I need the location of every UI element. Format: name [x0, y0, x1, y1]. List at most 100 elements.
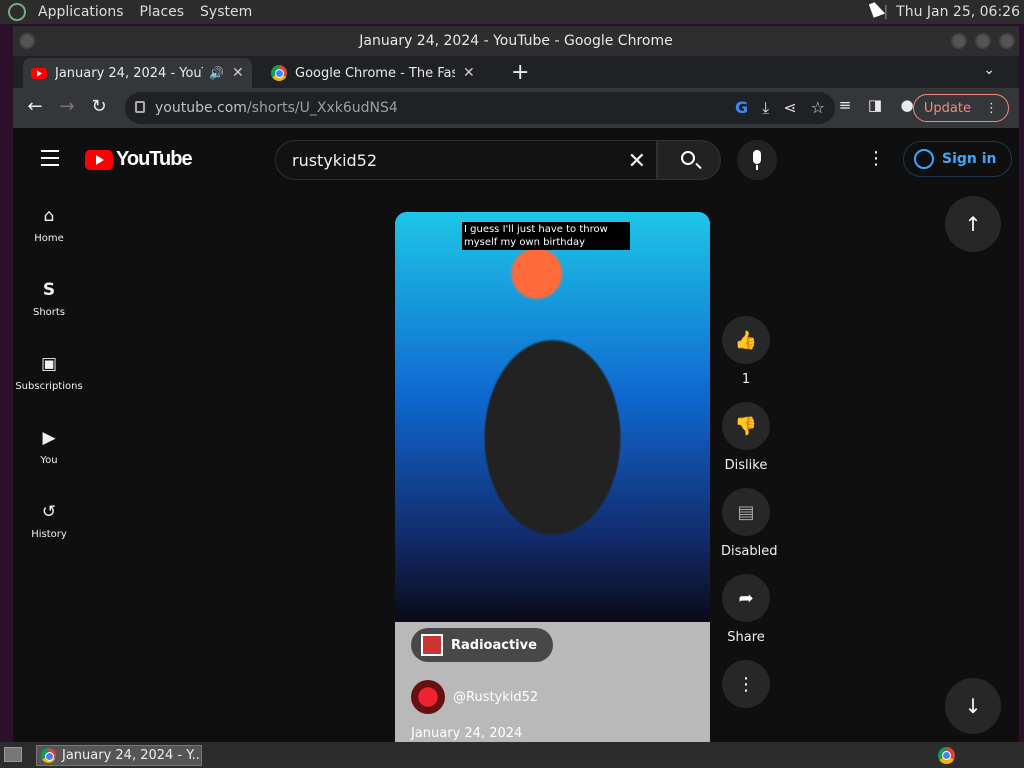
system-top-panel: Applications Places System | Thu Jan 25,…	[0, 0, 1024, 24]
more-actions-button[interactable]: ⋮	[721, 660, 771, 708]
sound-thumbnail	[421, 634, 443, 656]
shorts-icon: S	[42, 280, 56, 300]
panel-separator: |	[883, 4, 889, 20]
thumbs-down-icon[interactable]: 👎	[722, 402, 770, 450]
like-button[interactable]: 👍 1	[721, 316, 771, 388]
youtube-page: YouTube rustykid52 ✕ ⋮ Sign in ⌂ Home S …	[13, 128, 1019, 742]
bottom-taskbar: January 24, 2024 - Y...	[0, 742, 1024, 768]
show-desktop-icon[interactable]	[4, 747, 22, 762]
share-icon[interactable]: ⋖	[783, 98, 796, 118]
youtube-logo[interactable]: YouTube	[85, 148, 193, 171]
search-input[interactable]: rustykid52 ✕	[275, 140, 657, 180]
youtube-wordmark: YouTube	[116, 148, 193, 170]
arrow-down-icon: ↓	[964, 694, 982, 718]
google-lens-icon[interactable]: G	[735, 98, 748, 118]
account-icon	[914, 149, 934, 169]
channel-handle[interactable]: @Rustykid52	[453, 690, 538, 705]
like-count: 1	[741, 372, 751, 387]
channel-avatar[interactable]	[411, 680, 445, 714]
you-icon: ▶	[42, 428, 56, 448]
share-arrow-icon[interactable]: ➦	[722, 574, 770, 622]
chrome-menu-icon[interactable]: ⋮	[985, 101, 998, 116]
settings-kebab-icon[interactable]: ⋮	[867, 148, 885, 169]
youtube-masthead: YouTube rustykid52 ✕ ⋮ Sign in	[13, 128, 1019, 184]
search-query: rustykid52	[292, 150, 378, 170]
new-tab-plus-icon[interactable]: +	[511, 60, 529, 85]
guide-item-history[interactable]: ↺ History	[13, 480, 85, 554]
tab-youtube[interactable]: January 24, 2024 - YouTube 🔊 ✕	[23, 58, 252, 88]
side-panel-icon[interactable]: ◨	[863, 96, 887, 114]
media-controls-icon[interactable]: ≡	[833, 96, 857, 114]
install-app-icon[interactable]: ⤓	[762, 98, 769, 118]
system-menu[interactable]: System	[192, 4, 260, 20]
more-kebab-icon[interactable]: ⋮	[722, 660, 770, 708]
chrome-icon	[41, 748, 56, 763]
update-label: Update	[923, 100, 971, 116]
minimize-icon[interactable]	[951, 33, 967, 49]
search-icon	[681, 151, 695, 165]
share-button[interactable]: ➦ Share	[721, 574, 771, 646]
history-icon: ↺	[41, 502, 57, 522]
youtube-icon	[31, 68, 47, 79]
guide-item-home[interactable]: ⌂ Home	[13, 184, 85, 258]
speaker-icon[interactable]: 🔊	[209, 66, 224, 80]
sound-pill[interactable]: Radioactive	[411, 628, 553, 662]
search-button[interactable]	[657, 140, 721, 180]
distro-logo-icon[interactable]	[8, 3, 26, 21]
tab-strip: January 24, 2024 - YouTube 🔊 ✕ Google Ch…	[13, 56, 1019, 88]
comments-button[interactable]: ▤ Disabled	[721, 488, 777, 560]
places-menu[interactable]: Places	[132, 4, 193, 20]
window-title: January 24, 2024 - YouTube - Google Chro…	[359, 33, 673, 49]
close-window-icon[interactable]	[999, 33, 1015, 49]
maximize-icon[interactable]	[975, 33, 991, 49]
tab-search-chevron-icon[interactable]: ⌄	[983, 62, 995, 78]
forward-arrow-icon[interactable]: →	[55, 96, 79, 117]
tab-chrome[interactable]: Google Chrome - The Fast & Secure ✕	[263, 58, 483, 88]
next-short-button[interactable]: ↓	[945, 678, 1001, 734]
thumbs-up-icon[interactable]: 👍	[722, 316, 770, 364]
dislike-button[interactable]: 👎 Dislike	[721, 402, 771, 474]
clear-search-icon[interactable]: ✕	[628, 149, 646, 174]
comment-icon[interactable]: ▤	[722, 488, 770, 536]
guide-label: Home	[34, 233, 64, 244]
tab-title: January 24, 2024 - YouTube	[55, 65, 203, 81]
update-button[interactable]: Update ⋮	[912, 94, 1009, 122]
reload-icon[interactable]: ↻	[87, 96, 111, 117]
bookmark-star-icon[interactable]: ☆	[811, 98, 825, 118]
guide-item-you[interactable]: ▶ You	[13, 406, 85, 480]
browser-toolbar: ← → ↻ youtube.com/shorts/U_Xxk6udNS4 G ⤓…	[13, 88, 1019, 128]
taskbar-chrome-window[interactable]: January 24, 2024 - Y...	[36, 745, 202, 766]
guide-item-subscriptions[interactable]: ▣ Subscriptions	[13, 332, 85, 406]
taskbar-window-title: January 24, 2024 - Y...	[62, 748, 202, 763]
lock-icon[interactable]	[135, 101, 145, 113]
window-menu-icon[interactable]	[19, 33, 35, 49]
sign-in-button[interactable]: Sign in	[903, 141, 1012, 177]
url-host: youtube.com	[155, 100, 247, 116]
guide-item-shorts[interactable]: S Shorts	[13, 258, 85, 332]
guide-label: History	[31, 529, 67, 540]
window-titlebar[interactable]: January 24, 2024 - YouTube - Google Chro…	[13, 26, 1019, 56]
short-date: January 24, 2024	[411, 726, 523, 741]
address-bar[interactable]: youtube.com/shorts/U_Xxk6udNS4 G ⤓ ⋖ ☆	[125, 92, 835, 124]
sound-title: Radioactive	[451, 637, 537, 653]
guide-label: You	[40, 455, 58, 466]
applications-menu[interactable]: Applications	[30, 4, 132, 20]
tab-title: Google Chrome - The Fast & Secure	[295, 65, 455, 81]
short-video-player[interactable]: I guess I'll just have to throw myself m…	[395, 212, 710, 742]
url-path: /shorts/U_Xxk6udNS4	[246, 100, 398, 116]
previous-short-button[interactable]: ↑	[945, 196, 1001, 252]
clock[interactable]: Thu Jan 25, 06:26	[896, 4, 1020, 20]
guide-label: Shorts	[32, 307, 66, 318]
back-arrow-icon[interactable]: ←	[23, 96, 47, 117]
close-tab-icon[interactable]: ✕	[232, 65, 244, 81]
hamburger-menu-icon[interactable]	[41, 150, 59, 171]
chrome-tray-icon[interactable]	[938, 747, 955, 764]
close-tab-icon[interactable]: ✕	[463, 65, 475, 81]
dislike-label: Dislike	[724, 458, 768, 473]
chrome-icon	[271, 65, 287, 81]
guide-label: Subscriptions	[15, 381, 83, 392]
video-caption: I guess I'll just have to throw myself m…	[462, 222, 630, 250]
channel-row[interactable]: @Rustykid52	[411, 680, 538, 714]
voice-search-button[interactable]	[737, 140, 777, 180]
arrow-up-icon: ↑	[964, 212, 982, 236]
